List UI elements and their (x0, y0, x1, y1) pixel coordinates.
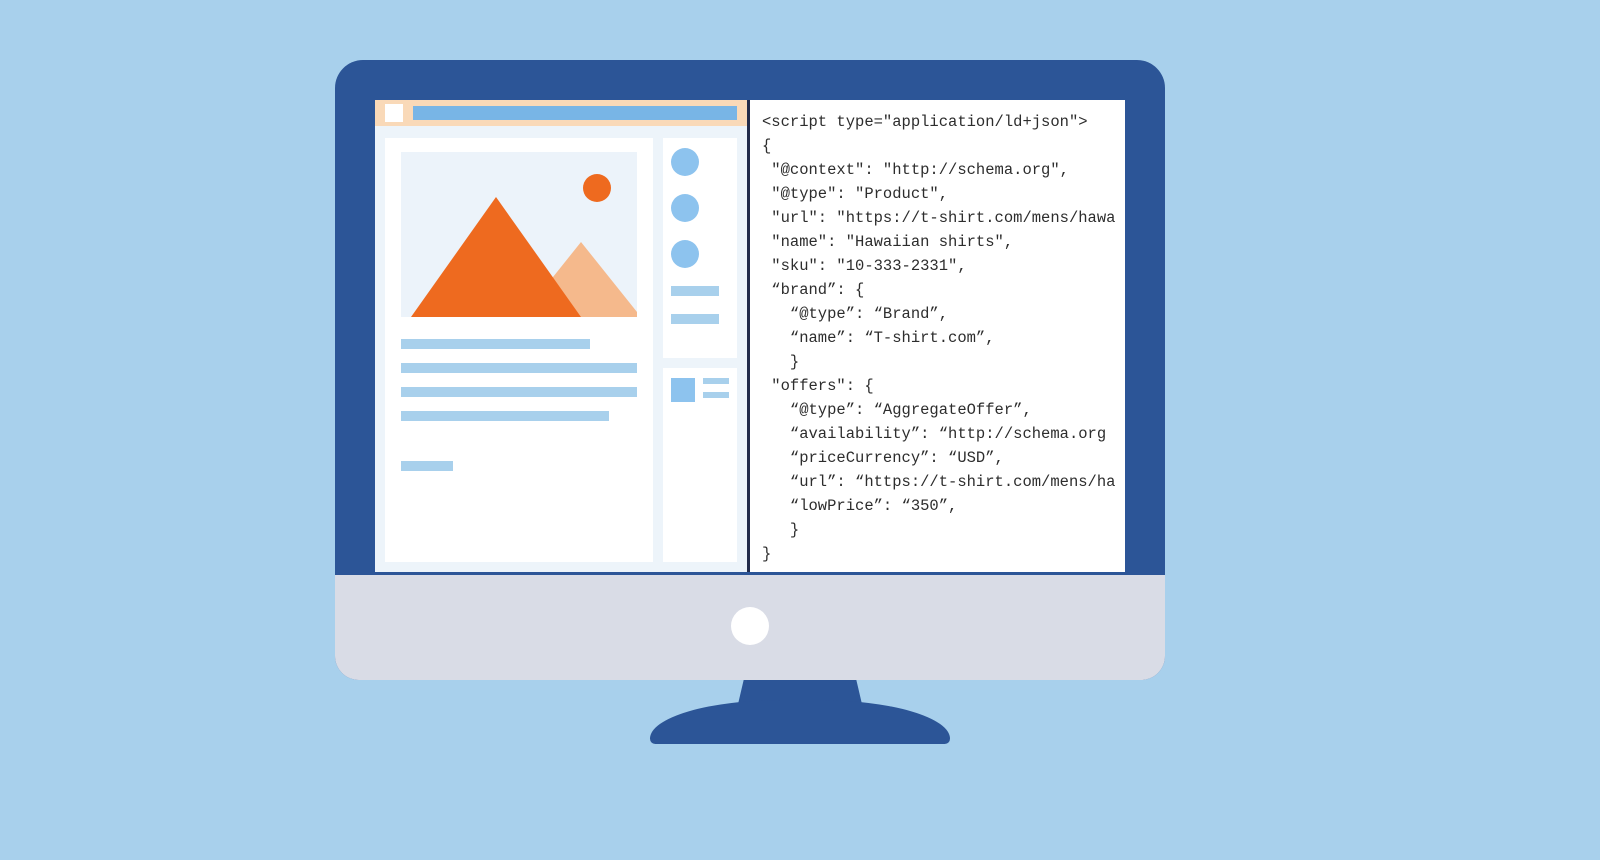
text-line (401, 363, 637, 373)
code-line: <script type="application/ld+json"> (762, 113, 1088, 131)
text-line (401, 387, 637, 397)
code-line: "url": "https://t-shirt.com/mens/hawa (762, 209, 1115, 227)
code-line: "@context": "http://schema.org", (762, 161, 1069, 179)
code-line: “url”: “https://t-shirt.com/mens/ha (762, 473, 1115, 491)
monitor-chin (335, 575, 1165, 680)
sidebar-line (671, 314, 719, 324)
code-line: "name": "Hawaiian shirts", (762, 233, 1013, 251)
mini-lines (703, 378, 729, 398)
code-line: "sku": "10-333-2331", (762, 257, 967, 275)
code-line: } (762, 545, 771, 563)
mountain-icon-large (411, 197, 581, 317)
monitor: <script type="application/ld+json"> { "@… (335, 60, 1165, 680)
sidebar-card-top (663, 138, 737, 358)
sun-icon (583, 174, 611, 202)
mini-line (703, 392, 729, 398)
screen: <script type="application/ld+json"> { "@… (375, 100, 1125, 572)
monitor-foot (650, 700, 950, 744)
sidebar-line (671, 286, 719, 296)
content-card (385, 138, 653, 562)
text-line (401, 461, 453, 471)
page-sidebar (663, 138, 737, 562)
page-body (385, 138, 737, 562)
code-line: “availability”: “http://schema.org (762, 425, 1106, 443)
text-line (401, 411, 609, 421)
code-line: “@type”: “Brand”, (762, 305, 948, 323)
mini-line (703, 378, 729, 384)
url-bar (413, 106, 737, 120)
code-line: “@type”: “AggregateOffer”, (762, 401, 1032, 419)
text-line (401, 339, 590, 349)
text-placeholder-lines (401, 339, 637, 471)
browser-top-bar (375, 100, 747, 126)
json-ld-code: <script type="application/ld+json"> { "@… (762, 110, 1113, 566)
monitor-camera-dot (731, 607, 769, 645)
illustration-stage: <script type="application/ld+json"> { "@… (0, 0, 1600, 860)
code-line: } (762, 521, 799, 539)
avatar-dot (671, 240, 699, 268)
code-line: “priceCurrency”: “USD”, (762, 449, 1004, 467)
app-icon (385, 104, 403, 122)
avatar-dot (671, 194, 699, 222)
page-preview-pane (375, 100, 750, 572)
code-line: } (762, 353, 799, 371)
thumbnail-square (671, 378, 695, 402)
code-line: “name”: “T-shirt.com”, (762, 329, 995, 347)
code-line: "offers": { (762, 377, 874, 395)
code-line: "@type": "Product", (762, 185, 948, 203)
hero-image-placeholder (401, 152, 637, 317)
code-line: “lowPrice”: “350”, (762, 497, 957, 515)
sidebar-card-bottom (663, 368, 737, 562)
code-pane: <script type="application/ld+json"> { "@… (750, 100, 1125, 572)
code-line: “brand”: { (762, 281, 864, 299)
code-line: { (762, 137, 771, 155)
avatar-dot (671, 148, 699, 176)
